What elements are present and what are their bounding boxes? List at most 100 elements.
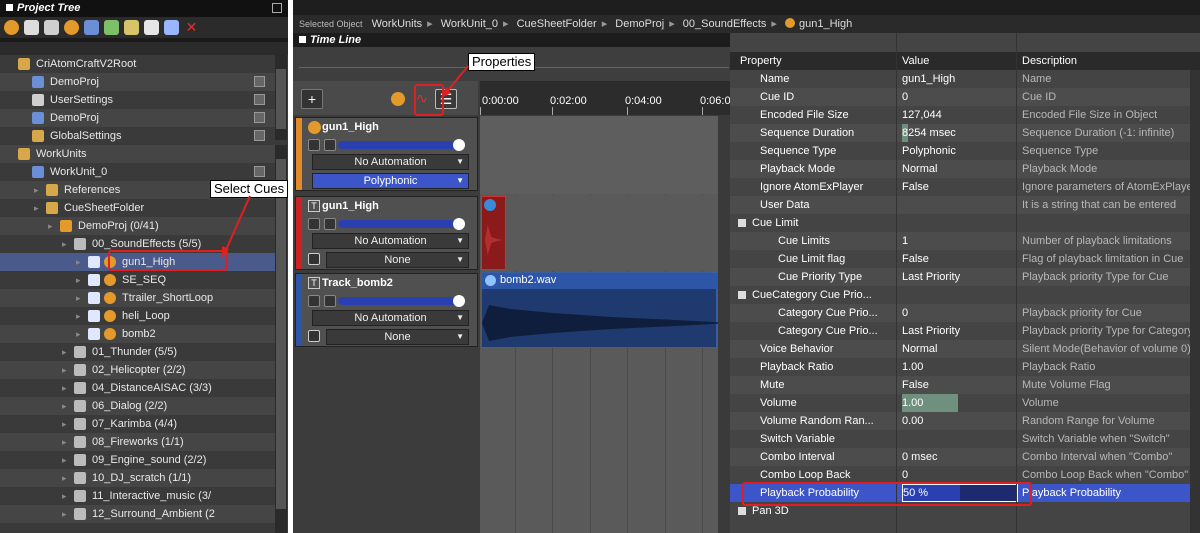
expand-arrow-icon[interactable]: ▸ bbox=[76, 289, 81, 307]
tree-item[interactable]: ▸ Ttrailer_ShortLoop bbox=[0, 289, 275, 307]
ev-icon[interactable] bbox=[104, 20, 119, 35]
property-row[interactable]: Volume 1.00 Volume bbox=[730, 394, 1190, 412]
volume-slider[interactable] bbox=[338, 295, 465, 307]
tree-item[interactable]: ▸ heli_Loop bbox=[0, 307, 275, 325]
property-value[interactable]: gun1_High bbox=[902, 70, 1018, 88]
tree-item[interactable]: ▸ 02_Helicopter (2/2) bbox=[0, 361, 275, 379]
tree-item[interactable]: ▸ CueSheetFolder bbox=[0, 199, 275, 217]
tree-item[interactable]: ▸ 11_Interactive_music (3/ bbox=[0, 487, 275, 505]
waveform-clip[interactable]: bomb2.wav bbox=[481, 272, 718, 348]
mode-select[interactable]: None ▼ bbox=[326, 329, 469, 345]
cue-orange-icon[interactable] bbox=[64, 20, 79, 35]
checkbox-icon[interactable] bbox=[88, 328, 100, 340]
mode-select[interactable]: None ▼ bbox=[326, 252, 469, 268]
timeline-scrollbar[interactable] bbox=[718, 116, 730, 533]
save-icon[interactable] bbox=[254, 130, 265, 141]
property-value[interactable]: Normal bbox=[902, 160, 1018, 178]
breadcrumb-item[interactable]: DemoProj bbox=[615, 18, 664, 30]
property-value[interactable]: 127,044 bbox=[902, 106, 1018, 124]
track-header[interactable]: T Track_bomb2 No Automation ▼ None ▼ bbox=[295, 273, 478, 347]
save-icon[interactable] bbox=[254, 166, 265, 177]
add-track-button[interactable]: + bbox=[301, 89, 323, 109]
breadcrumb-item[interactable]: WorkUnit_0 bbox=[441, 18, 498, 30]
text-icon[interactable] bbox=[44, 20, 59, 35]
property-row[interactable]: Mute False Mute Volume Flag bbox=[730, 376, 1190, 394]
meter-icon[interactable] bbox=[324, 139, 336, 151]
tree-item[interactable]: ▸ 12_Surround_Ambient (2 bbox=[0, 505, 275, 523]
save-icon[interactable] bbox=[254, 112, 265, 123]
tree-item[interactable]: ▸ 01_Thunder (5/5) bbox=[0, 343, 275, 361]
tree-item[interactable]: ▸ 08_Fireworks (1/1) bbox=[0, 433, 275, 451]
property-section[interactable]: Cue Limit bbox=[730, 214, 1190, 232]
volume-slider[interactable] bbox=[338, 218, 465, 230]
timeline-grid[interactable]: bomb2.wav bbox=[480, 116, 730, 533]
property-value[interactable]: 0 bbox=[902, 304, 1018, 322]
automation-select[interactable]: No Automation ▼ bbox=[312, 310, 469, 326]
breadcrumb-item[interactable]: WorkUnits bbox=[372, 18, 423, 30]
waveform-clip[interactable] bbox=[481, 196, 506, 270]
checkbox-icon[interactable] bbox=[88, 256, 100, 268]
list-icon[interactable] bbox=[84, 20, 99, 35]
property-value[interactable]: 0.00 bbox=[902, 412, 1018, 430]
property-value[interactable]: False bbox=[902, 250, 1018, 268]
tree-item[interactable]: ▸ SE_SEQ bbox=[0, 271, 275, 289]
volume-slider[interactable] bbox=[338, 139, 465, 151]
track-icon[interactable] bbox=[24, 20, 39, 35]
expand-arrow-icon[interactable]: ▸ bbox=[62, 433, 67, 451]
tree-item[interactable]: GlobalSettings bbox=[0, 127, 275, 145]
property-row[interactable]: Playback Ratio 1.00 Playback Ratio bbox=[730, 358, 1190, 376]
tree-item[interactable]: ▸ 07_Karimba (4/4) bbox=[0, 415, 275, 433]
tree-item[interactable]: CriAtomCraftV2Root bbox=[0, 55, 275, 73]
property-row[interactable]: Cue Limits 1 Number of playback limitation… bbox=[730, 232, 1190, 250]
sequence-type-select[interactable]: Polyphonic ▼ bbox=[312, 173, 469, 189]
tree-item[interactable]: WorkUnit_0 bbox=[0, 163, 275, 181]
cue-button[interactable] bbox=[387, 89, 409, 109]
volume-icon[interactable] bbox=[308, 295, 320, 307]
property-row[interactable]: Cue ID 0 Cue ID bbox=[730, 88, 1190, 106]
save-icon[interactable] bbox=[254, 76, 265, 87]
property-row[interactable]: Volume Random Ran... 0.00 Random Range for… bbox=[730, 412, 1190, 430]
tree-scrollbar[interactable] bbox=[275, 145, 287, 533]
volume-icon[interactable] bbox=[308, 218, 320, 230]
tree-item[interactable]: ▸ 06_Dialog (2/2) bbox=[0, 397, 275, 415]
volume-icon[interactable] bbox=[308, 139, 320, 151]
breadcrumb-item[interactable]: gun1_High bbox=[799, 18, 852, 30]
property-value[interactable]: False bbox=[902, 178, 1018, 196]
chart-icon[interactable] bbox=[124, 20, 139, 35]
more-icon[interactable] bbox=[308, 253, 320, 265]
property-row[interactable]: Sequence Duration 8254 msec Sequence Durat… bbox=[730, 124, 1190, 142]
tree-item[interactable]: DemoProj bbox=[0, 73, 275, 91]
property-row[interactable]: Category Cue Prio... 0 Playback priority f… bbox=[730, 304, 1190, 322]
property-row[interactable]: Sequence Type Polyphonic Sequence Type bbox=[730, 142, 1190, 160]
tree-scrollbar-top[interactable] bbox=[275, 55, 287, 140]
expand-arrow-icon[interactable]: ▸ bbox=[34, 181, 39, 199]
property-value[interactable]: 1.00 bbox=[902, 394, 958, 412]
expand-arrow-icon[interactable]: ▸ bbox=[62, 361, 67, 379]
tree-item[interactable]: ▸ bomb2 bbox=[0, 325, 275, 343]
expand-arrow-icon[interactable]: ▸ bbox=[76, 253, 81, 271]
cue-icon[interactable] bbox=[4, 20, 19, 35]
delete-icon[interactable]: ✕ bbox=[184, 20, 199, 35]
property-row[interactable]: Name gun1_High Name bbox=[730, 70, 1190, 88]
property-row[interactable]: Voice Behavior Normal Silent Mode(Behavior… bbox=[730, 340, 1190, 358]
property-value[interactable]: 1 bbox=[902, 232, 1018, 250]
property-row[interactable]: Cue Priority Type Last Priority Playback p… bbox=[730, 268, 1190, 286]
breadcrumb-item[interactable]: CueSheetFolder bbox=[517, 18, 597, 30]
pin-icon[interactable] bbox=[272, 3, 282, 13]
expand-arrow-icon[interactable]: ▸ bbox=[62, 505, 67, 523]
expand-arrow-icon[interactable]: ▸ bbox=[62, 451, 67, 469]
expand-arrow-icon[interactable]: ▸ bbox=[62, 343, 67, 361]
expand-arrow-icon[interactable]: ▸ bbox=[62, 487, 67, 505]
tree-item[interactable]: ▸ DemoProj (0/41) bbox=[0, 217, 275, 235]
track-header[interactable]: T gun1_High No Automation ▼ None ▼ bbox=[295, 196, 478, 270]
property-section[interactable]: CueCategory Cue Prio... bbox=[730, 286, 1190, 304]
meter-icon[interactable] bbox=[324, 218, 336, 230]
property-row[interactable]: Playback Mode Normal Playback Mode bbox=[730, 160, 1190, 178]
checkbox-icon[interactable] bbox=[88, 274, 100, 286]
tree-item[interactable]: DemoProj bbox=[0, 109, 275, 127]
timeline-ruler[interactable]: 0:00:00 0:02:00 0:04:00 0:06:0 bbox=[480, 81, 731, 115]
properties-scrollbar[interactable] bbox=[1190, 70, 1200, 533]
property-value[interactable]: 0 bbox=[902, 88, 1018, 106]
property-value[interactable]: Normal bbox=[902, 340, 1018, 358]
property-row[interactable]: Switch Variable Switch Variable when "Swi… bbox=[730, 430, 1190, 448]
